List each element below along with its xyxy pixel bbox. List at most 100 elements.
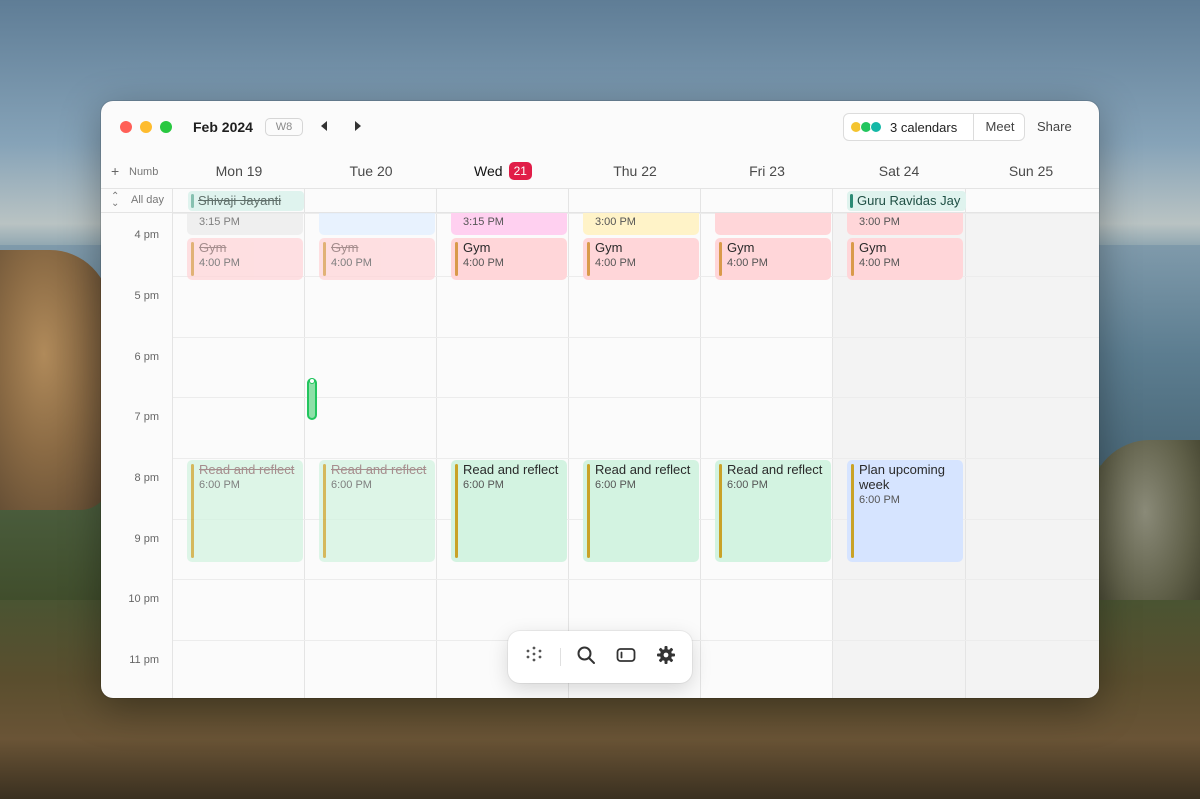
day-header-mon[interactable]: Mon 19	[173, 163, 305, 179]
event-title: Gym	[595, 240, 623, 255]
numb-label: Numb	[129, 166, 159, 178]
apps-icon[interactable]	[522, 645, 546, 669]
meet-button[interactable]: Meet	[975, 114, 1025, 140]
event-title: Read and reflect	[595, 462, 691, 477]
event-title: Read and reflect	[331, 462, 427, 477]
event-gym-fri[interactable]: Gym 4:00 PM	[715, 238, 831, 280]
minimize-button[interactable]	[140, 121, 152, 133]
close-button[interactable]	[120, 121, 132, 133]
event-plan-upcoming-week-sat[interactable]: Plan upcoming week 6:00 PM	[847, 460, 963, 562]
all-day-row: ⌃ ⌄ All day Shivaji Jayanti Guru Ravidas …	[101, 189, 1099, 213]
month-title: Feb 2024	[193, 119, 253, 135]
calendar-dot-icon	[870, 121, 882, 133]
event-time: 6:00 PM	[595, 479, 636, 491]
event-time: 4:00 PM	[859, 257, 900, 269]
hour-label: 7 pm	[134, 411, 159, 423]
column-divider	[832, 213, 833, 698]
event-time: 4:00 PM	[331, 257, 372, 269]
event-read-reflect-mon[interactable]: Read and reflect 6:00 PM	[187, 460, 303, 562]
weekend-background	[833, 213, 1099, 698]
column-divider	[700, 189, 701, 213]
collapse-icon[interactable]: ⌃ ⌄	[111, 192, 119, 209]
event-time: 4:00 PM	[595, 257, 636, 269]
event-wed-3pm[interactable]: 3:15 PM	[451, 213, 567, 235]
search-icon[interactable]	[574, 645, 598, 669]
event-gym-thu[interactable]: Gym 4:00 PM	[583, 238, 699, 280]
column-divider	[304, 213, 305, 698]
hour-label: 10 pm	[128, 593, 159, 605]
column-divider	[436, 213, 437, 698]
gear-icon[interactable]	[654, 645, 678, 669]
event-title: Gym	[463, 240, 491, 255]
event-time: 3:00 PM	[859, 216, 900, 228]
hour-label: 4 pm	[134, 229, 159, 241]
event-gym-sat[interactable]: Gym 4:00 PM	[847, 238, 963, 280]
current-time-dot	[309, 378, 315, 384]
toolbar-separator	[560, 648, 561, 666]
title-bar: Feb 2024 W8 3 calendars Meet Share	[101, 101, 1099, 153]
event-read-reflect-fri[interactable]: Read and reflect 6:00 PM	[715, 460, 831, 562]
all-day-event-shivaji-jayanti[interactable]: Shivaji Jayanti	[188, 191, 304, 211]
day-header-tue[interactable]: Tue 20	[305, 163, 437, 179]
column-divider	[172, 213, 173, 698]
hour-label: 8 pm	[134, 472, 159, 484]
day-header-wed[interactable]: Wed 21	[437, 162, 569, 181]
event-read-reflect-tue[interactable]: Read and reflect 6:00 PM	[319, 460, 435, 562]
hour-label: 5 pm	[134, 290, 159, 302]
event-thu-3pm[interactable]: 3:00 PM	[583, 213, 699, 235]
event-read-reflect-thu[interactable]: Read and reflect 6:00 PM	[583, 460, 699, 562]
event-title: Gym	[727, 240, 755, 255]
previous-week-icon[interactable]	[321, 121, 327, 131]
day-header-fri[interactable]: Fri 23	[701, 163, 833, 179]
event-title: Gym	[331, 240, 359, 255]
event-time: 6:00 PM	[331, 479, 372, 491]
desktop-cliff-left	[0, 250, 110, 510]
today-badge: 21	[508, 162, 532, 180]
add-icon[interactable]: +	[111, 163, 119, 179]
calendars-button[interactable]: 3 calendars	[844, 114, 974, 140]
event-sat-3pm[interactable]: 3:00 PM	[847, 213, 963, 235]
event-read-reflect-wed[interactable]: Read and reflect 6:00 PM	[451, 460, 567, 562]
event-title: Plan upcoming week	[859, 462, 945, 492]
hour-line	[173, 458, 1099, 459]
day-header-wed-label: Wed	[474, 163, 503, 179]
calendar-window: Feb 2024 W8 3 calendars Meet Share + Num…	[101, 101, 1099, 698]
event-title: Read and reflect	[199, 462, 295, 477]
next-week-icon[interactable]	[355, 121, 361, 131]
share-button[interactable]: Share	[1037, 119, 1072, 134]
event-time: 3:15 PM	[463, 216, 504, 228]
desktop-cliff-right	[1090, 440, 1200, 620]
column-divider	[304, 189, 305, 213]
day-header-sat[interactable]: Sat 24	[833, 163, 965, 179]
column-divider	[700, 213, 701, 698]
event-title: Gym	[859, 240, 887, 255]
column-divider	[832, 189, 833, 213]
event-mon-3pm[interactable]: 3:15 PM	[187, 213, 303, 235]
column-divider	[965, 213, 966, 698]
zoom-button[interactable]	[160, 121, 172, 133]
event-time: 6:00 PM	[859, 494, 900, 506]
event-gym-wed[interactable]: Gym 4:00 PM	[451, 238, 567, 280]
event-time: 6:00 PM	[463, 479, 504, 491]
current-time-indicator[interactable]	[307, 378, 317, 420]
window-icon[interactable]	[614, 645, 638, 669]
event-gym-tue[interactable]: Gym 4:00 PM	[319, 238, 435, 280]
event-fri-3pm[interactable]	[715, 213, 831, 235]
event-time: 4:00 PM	[727, 257, 768, 269]
event-title: Read and reflect	[463, 462, 559, 477]
event-gym-mon[interactable]: Gym 4:00 PM	[187, 238, 303, 280]
event-title: Gym	[199, 240, 227, 255]
all-day-event-guru-ravidas-jayanti[interactable]: Guru Ravidas Jay	[847, 191, 966, 211]
hour-label: 6 pm	[134, 351, 159, 363]
event-time: 3:15 PM	[199, 216, 240, 228]
event-time: 4:00 PM	[199, 257, 240, 269]
day-header-sun[interactable]: Sun 25	[965, 163, 1097, 179]
time-grid: 4 pm 5 pm 6 pm 7 pm 8 pm 9 pm 10 pm 11 p…	[101, 213, 1099, 698]
column-divider	[436, 189, 437, 213]
calendar-controls: 3 calendars Meet	[843, 113, 1025, 141]
day-header-thu[interactable]: Thu 22	[569, 163, 701, 179]
column-divider	[172, 189, 173, 213]
event-tue-3pm[interactable]	[319, 213, 435, 235]
event-title: Read and reflect	[727, 462, 823, 477]
hour-label: 11 pm	[129, 654, 159, 666]
